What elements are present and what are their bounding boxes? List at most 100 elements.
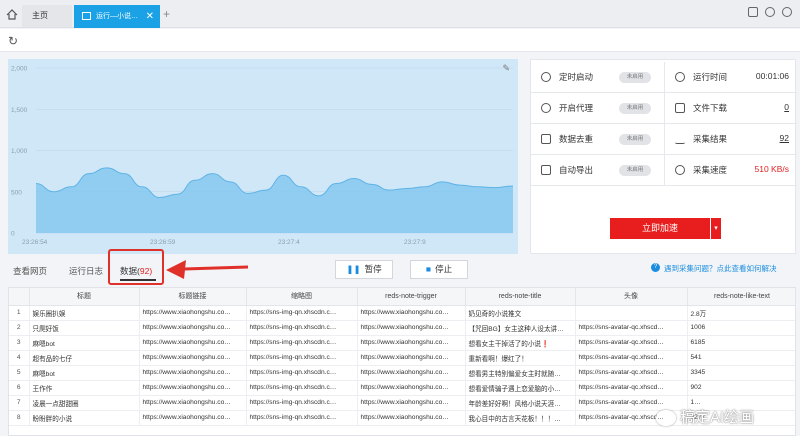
- table-cell: https://www.xiaohongshu.co…: [357, 320, 466, 336]
- schedule-toggle[interactable]: 未启用: [619, 72, 651, 83]
- refresh-icon[interactable]: ↻: [8, 34, 18, 48]
- pause-label: 暂停: [364, 264, 382, 274]
- table-cell: 只爬好饭: [29, 320, 140, 336]
- stat-row-2: 开启代理 未启用 文件下载 0: [531, 93, 797, 124]
- column-header[interactable]: reds-note-trigger: [357, 288, 466, 306]
- dedup-icon: [541, 134, 551, 144]
- column-header[interactable]: [9, 288, 30, 306]
- table-cell: https://www.xiaohongshu.co…: [139, 305, 247, 321]
- table-row[interactable]: 3 麻嗯bot https://www.xiaohongshu.co… https:/…: [9, 335, 795, 351]
- table-cell: https://www.xiaohongshu.co…: [139, 320, 247, 336]
- table-row[interactable]: 2 只爬好饭 https://www.xiaohongshu.co… https://…: [9, 320, 795, 336]
- runtime-cell: 运行时间 00:01:06: [664, 62, 797, 93]
- stat-row-4: 自动导出 未启用 采集速度 510 KB/s: [531, 155, 797, 186]
- table-cell: https://sns-img-qn.xhscdn.c…: [246, 395, 358, 411]
- alarm-icon: [541, 72, 551, 82]
- accelerate-button[interactable]: 立即加速: [610, 218, 710, 239]
- clock-icon: [675, 72, 685, 82]
- table-cell: 5: [9, 365, 30, 381]
- table-cell: https://www.xiaohongshu.co…: [139, 395, 247, 411]
- watermark-logo-icon: [656, 410, 676, 427]
- question-icon: ?: [651, 263, 660, 272]
- column-header[interactable]: 标题链接: [139, 288, 247, 306]
- table-cell: https://sns-img-qn.xhscdn.c…: [246, 320, 358, 336]
- table-cell: https://sns-img-qn.xhscdn.c…: [246, 410, 358, 426]
- user-icon[interactable]: [782, 7, 792, 17]
- table-cell: https://sns-avatar-qc.xhscd…: [575, 380, 688, 396]
- table-cell: https://sns-avatar-qc.xhscd…: [575, 320, 688, 336]
- pause-button[interactable]: ❚❚ 暂停: [335, 260, 393, 279]
- table-cell: 1006: [687, 320, 795, 336]
- stop-icon: ■: [425, 264, 432, 274]
- accelerate-dropdown[interactable]: ▾: [711, 218, 721, 239]
- tab-running-task[interactable]: 运行—小说… ✕: [74, 5, 160, 28]
- globe-icon: [541, 103, 551, 113]
- pause-icon: ❚❚: [346, 264, 361, 274]
- speed-value: 510 KB/s: [754, 164, 790, 174]
- table-cell: https://www.xiaohongshu.co…: [357, 380, 466, 396]
- chart-svg: 0 500 1,000 1,500 2,000 23:26:54 23:26:59 23:27…: [11, 66, 514, 246]
- calendar-icon[interactable]: [748, 7, 758, 17]
- stop-button[interactable]: ■ 停止: [410, 260, 468, 279]
- home-icon[interactable]: [6, 9, 18, 20]
- window-controls: [748, 7, 792, 17]
- x-tick-label: 23:27:9: [404, 239, 426, 246]
- table-cell: https://sns-img-qn.xhscdn.c…: [246, 305, 358, 321]
- runtime-label: 运行时间: [693, 72, 728, 82]
- tab-run-log[interactable]: 运行日志: [69, 265, 103, 277]
- table-row[interactable]: 1 娱乐圈扒娱 https://www.xiaohongshu.co… https:/…: [9, 305, 795, 321]
- proxy-toggle[interactable]: 未启用: [619, 103, 651, 114]
- table-cell: 【咒回BG】女主这种人设太讲…: [465, 320, 576, 336]
- table-cell: https://www.xiaohongshu.co…: [139, 365, 247, 381]
- table-cell: 麻嗯bot: [29, 365, 140, 381]
- table-cell: [575, 305, 688, 321]
- stat-row-3: 数据去重 未启用 采集结果 92: [531, 124, 797, 155]
- table-cell: 想看爱情骗子遇上恋爱脑的小…: [465, 380, 576, 396]
- add-tab-button[interactable]: +: [163, 8, 170, 20]
- column-header[interactable]: 标题: [29, 288, 140, 306]
- proxy-cell: 开启代理 未启用: [531, 93, 664, 124]
- result-value[interactable]: 92: [780, 133, 789, 143]
- runtime-value: 00:01:06: [755, 71, 789, 81]
- export-icon: [541, 165, 551, 175]
- table-cell: 6: [9, 380, 30, 396]
- column-header[interactable]: 缩略图: [246, 288, 358, 306]
- download-value[interactable]: 0: [784, 102, 789, 112]
- tab-view-page[interactable]: 查看网页: [13, 265, 47, 277]
- column-header[interactable]: 头像: [575, 288, 688, 306]
- table-cell: https://www.xiaohongshu.co…: [139, 410, 247, 426]
- table-cell: https://sns-img-qn.xhscdn.c…: [246, 350, 358, 366]
- table-cell: https://sns-avatar-qc.xhscd…: [575, 335, 688, 351]
- speedometer-icon: [675, 165, 685, 175]
- table-cell: 奶见奇的小说推文: [465, 305, 576, 321]
- table-row[interactable]: 6 王作作 https://www.xiaohongshu.co… https://s…: [9, 380, 795, 396]
- chart-area: [36, 167, 513, 233]
- bar-chart-icon: [675, 134, 685, 144]
- table-cell: https://sns-avatar-qc.xhscd…: [575, 350, 688, 366]
- export-toggle[interactable]: 未启用: [619, 165, 651, 176]
- table-cell: 3345: [687, 365, 795, 381]
- help-link[interactable]: 遇到采集问题？点此查看如何解决: [664, 263, 777, 274]
- close-icon[interactable]: ✕: [146, 5, 154, 28]
- table-cell: 8: [9, 410, 30, 426]
- table-cell: https://sns-img-qn.xhscdn.c…: [246, 380, 358, 396]
- tab-home[interactable]: 主页: [22, 5, 72, 27]
- table-cell: 7: [9, 395, 30, 411]
- edit-icon[interactable]: ✎: [502, 63, 510, 74]
- table-row[interactable]: 5 麻嗯bot https://www.xiaohongshu.co… https:/…: [9, 365, 795, 381]
- table-cell: https://www.xiaohongshu.co…: [357, 410, 466, 426]
- dedup-toggle[interactable]: 未启用: [619, 134, 651, 145]
- column-header[interactable]: reds-note-title: [465, 288, 576, 306]
- table-row[interactable]: 4 超有品的七仔 https://www.xiaohongshu.co… https:…: [9, 350, 795, 366]
- highlight-box: [108, 249, 164, 285]
- table-cell: 超有品的七仔: [29, 350, 140, 366]
- download-cell: 文件下载 0: [664, 93, 797, 124]
- column-header[interactable]: reds-note-like-text: [687, 288, 795, 306]
- table-cell: https://sns-avatar-qc.xhscd…: [575, 365, 688, 381]
- table-cell: 王作作: [29, 380, 140, 396]
- y-tick-label: 2,000: [11, 66, 28, 73]
- table-cell: https://sns-img-qn.xhscdn.c…: [246, 335, 358, 351]
- x-tick-label: 23:27:4: [278, 239, 300, 246]
- settings-icon[interactable]: [765, 7, 775, 17]
- table-cell: https://www.xiaohongshu.co…: [357, 305, 466, 321]
